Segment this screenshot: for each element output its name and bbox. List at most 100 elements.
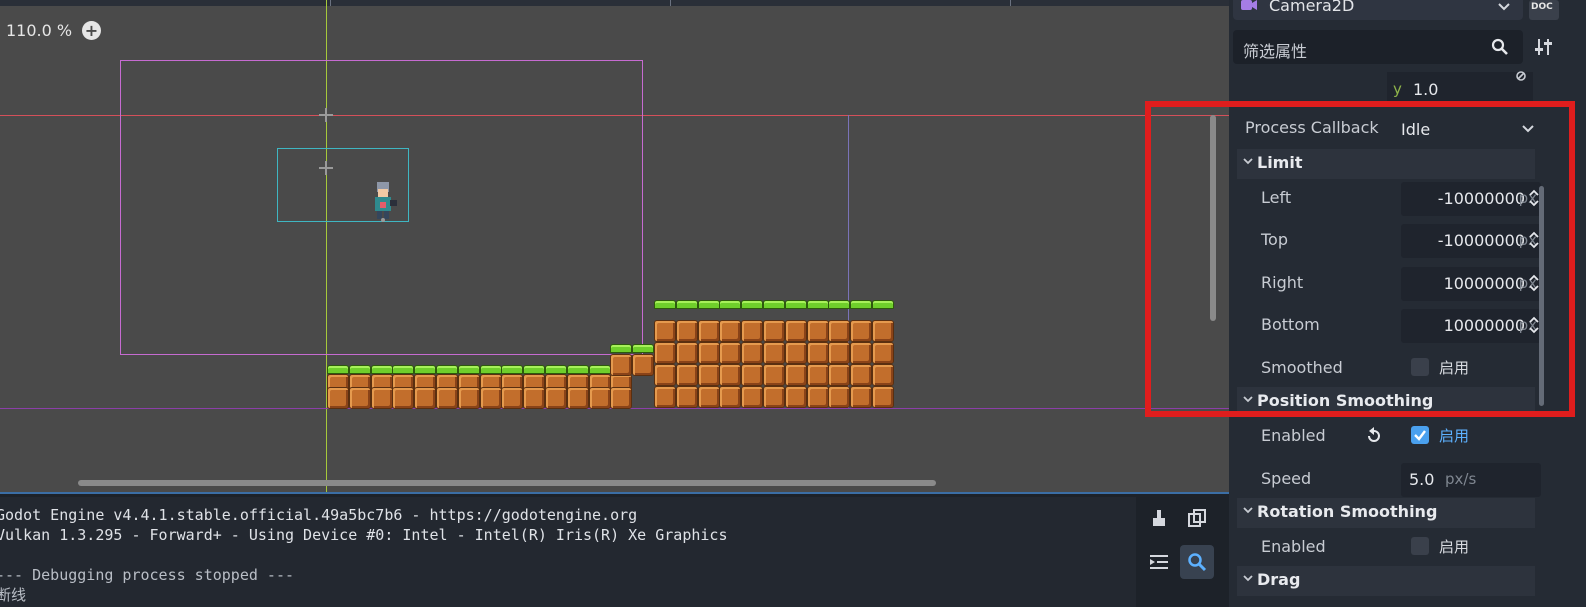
dirt-tile (850, 386, 873, 408)
grass-tile (588, 365, 611, 374)
output-line: Vulkan 1.3.295 - Forward+ - Using Device… (0, 526, 728, 544)
output-line: --- Debugging process stopped --- (0, 566, 295, 584)
dirt-tile (784, 386, 807, 408)
dirt-tile (414, 387, 437, 409)
dirt-tile (675, 320, 698, 342)
grass-tile (545, 365, 567, 374)
grass-tile (479, 365, 502, 374)
dirt-tile (697, 342, 720, 364)
dirt-tile (763, 320, 785, 342)
link-icon (1516, 71, 1526, 81)
output-line: 断线 (0, 586, 27, 604)
filter-properties-input[interactable]: 筛选属性 (1233, 30, 1523, 64)
dirt-tile (719, 364, 742, 386)
speed-field[interactable]: 5.0 px/s (1401, 463, 1541, 497)
speed-label: Speed (1261, 469, 1312, 488)
grass-tile (392, 365, 415, 374)
enabled-label: Enabled (1261, 426, 1326, 445)
grass-tile (654, 300, 676, 309)
camera2d-icon (1241, 0, 1257, 10)
grass-tile (523, 365, 546, 374)
collapse-output-button[interactable] (1142, 545, 1176, 579)
player-sprite[interactable] (368, 180, 398, 222)
section-rotation-smoothing[interactable]: Rotation Smoothing (1237, 498, 1535, 528)
zoom-level-label: 110.0 % (6, 21, 73, 40)
copy-output-button[interactable] (1180, 501, 1214, 535)
grass-tile (784, 300, 807, 309)
dirt-tile (872, 342, 894, 364)
2d-viewport[interactable]: 110.0 % + (0, 0, 1233, 494)
zoom-in-button[interactable]: + (82, 21, 101, 40)
dirt-tile (872, 320, 894, 342)
dirt-tile (545, 387, 567, 409)
dirt-tile (523, 387, 546, 409)
dirt-tile (610, 354, 632, 376)
dirt-tile (697, 386, 720, 408)
dirt-tile (566, 387, 589, 409)
dirt-tile (697, 364, 720, 386)
section-title: Drag (1257, 570, 1301, 589)
clear-output-button[interactable] (1142, 501, 1176, 535)
checkbox-label: 启用 (1439, 538, 1470, 556)
position-smoothing-enabled-row: Enabled 启用 (1237, 416, 1537, 456)
filter-output-button[interactable] (1180, 545, 1214, 579)
grass-tile (675, 300, 698, 309)
dirt-tile (828, 342, 851, 364)
property-tools-button[interactable] (1527, 30, 1561, 64)
dirt-tile (741, 320, 764, 342)
dirt-tile (763, 342, 785, 364)
dirt-tile (392, 387, 415, 409)
node-selector[interactable]: Camera2D (1233, 0, 1523, 20)
horizontal-scrollbar[interactable] (78, 480, 936, 486)
dirt-tile (872, 386, 894, 408)
grass-tile (631, 344, 654, 353)
dirt-tile (741, 364, 764, 386)
position-smoothing-checkbox[interactable] (1411, 426, 1429, 444)
dirt-tile (479, 387, 502, 409)
dirt-tile (719, 320, 742, 342)
dirt-tile (741, 386, 764, 408)
dirt-tile (828, 364, 851, 386)
ruler-tick (1010, 0, 1011, 6)
zoom-y-value: 1.0 (1413, 80, 1439, 99)
highlight-annotation-box (1145, 101, 1575, 417)
grass-tile (348, 365, 371, 374)
enabled-label: Enabled (1261, 537, 1326, 556)
dirt-tile (872, 364, 894, 386)
dirt-tile (828, 320, 851, 342)
dirt-tile (850, 364, 873, 386)
unit-label: px/s (1445, 470, 1477, 488)
dirt-tile (806, 320, 829, 342)
dirt-tile (741, 342, 764, 364)
dirt-tile (697, 320, 720, 342)
search-icon (1188, 553, 1207, 572)
axis-label: y (1393, 80, 1402, 98)
grass-tile (719, 300, 742, 309)
grass-tile (457, 365, 480, 374)
rotation-smoothing-checkbox[interactable] (1411, 537, 1429, 555)
dirt-tile (675, 342, 698, 364)
dirt-tile (654, 386, 676, 408)
dirt-tile (806, 364, 829, 386)
dirt-tile (784, 342, 807, 364)
grass-tile (370, 365, 393, 374)
broom-icon (1153, 510, 1165, 526)
copy-icon (1188, 509, 1206, 527)
dirt-tile (784, 364, 807, 386)
chevron-down-icon (1243, 507, 1253, 514)
sliders-icon (1535, 39, 1552, 55)
chevron-down-icon (1243, 575, 1253, 582)
open-docs-button[interactable]: DOC (1529, 0, 1559, 20)
section-drag[interactable]: Drag (1237, 566, 1535, 596)
dirt-tile (806, 386, 829, 408)
dirt-tile (763, 364, 785, 386)
revert-icon[interactable] (1365, 427, 1383, 445)
filter-placeholder: 筛选属性 (1243, 42, 1308, 61)
dirt-tile (828, 386, 851, 408)
doc-icon: DOC (1531, 2, 1553, 12)
dirt-tile (370, 387, 393, 409)
output-toolbar (1136, 497, 1226, 607)
output-line: Godot Engine v4.4.1.stable.official.49a5… (0, 506, 638, 524)
dirt-tile (436, 387, 458, 409)
